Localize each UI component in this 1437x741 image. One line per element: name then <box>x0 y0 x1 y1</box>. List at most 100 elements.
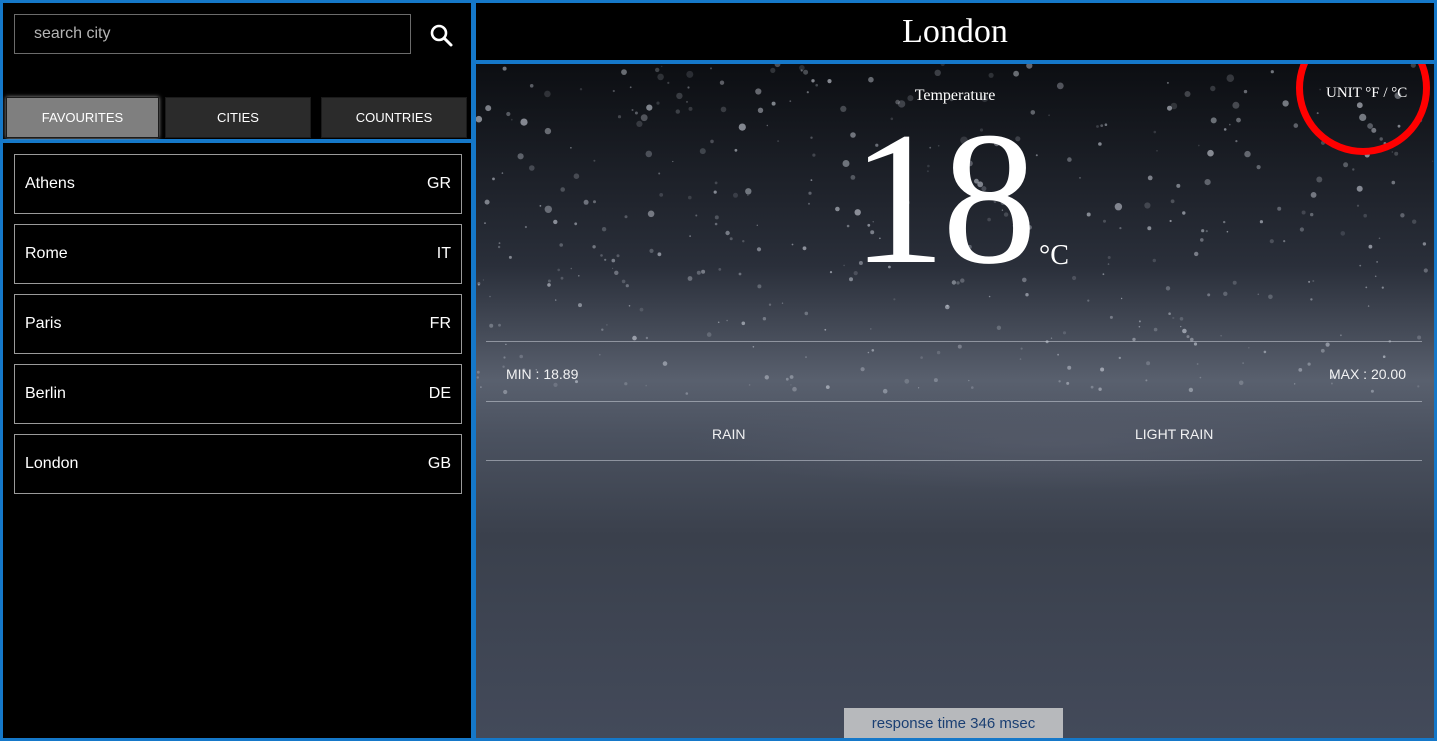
country-code: GB <box>427 455 451 472</box>
rain-droplet <box>1294 383 1296 385</box>
rain-droplet <box>810 136 813 139</box>
rain-droplet <box>484 222 486 225</box>
rain-droplet <box>714 181 718 185</box>
rain-droplet <box>570 147 572 149</box>
rain-droplet <box>1204 179 1211 186</box>
rain-droplet <box>1412 219 1417 224</box>
weather-panel: Temperature UNIT °F / °C 18 °C MIN : 18.… <box>473 61 1437 741</box>
country-code: GR <box>427 175 451 192</box>
rain-droplet <box>645 384 647 387</box>
rain-droplet <box>1120 297 1123 300</box>
rain-droplet <box>1188 387 1194 393</box>
rain-droplet <box>812 153 816 157</box>
rain-droplet <box>726 319 728 322</box>
rain-droplet <box>710 139 714 144</box>
rain-droplet <box>1086 212 1091 217</box>
rain-droplet <box>1165 286 1171 291</box>
rain-droplet <box>871 349 875 352</box>
rain-droplet <box>1058 380 1061 383</box>
rain-droplet <box>639 307 644 312</box>
rain-droplet <box>505 343 507 346</box>
rain-droplet <box>1226 74 1235 82</box>
rain-droplet <box>624 382 628 386</box>
rain-droplet <box>559 243 563 247</box>
rain-droplet <box>1114 203 1123 211</box>
rain-droplet <box>706 332 712 337</box>
rain-droplet <box>553 219 558 225</box>
rain-droplet <box>1417 385 1420 388</box>
rain-droplet <box>592 245 596 249</box>
rain-droplet <box>1307 362 1311 366</box>
rain-droplet <box>544 127 552 135</box>
rain-droplet <box>555 299 557 301</box>
rain-droplet <box>612 267 614 269</box>
city-name: Paris <box>25 315 62 332</box>
weather-description: LIGHT RAIN <box>1135 426 1214 442</box>
tab-countries[interactable]: COUNTRIES <box>321 97 467 138</box>
search-input[interactable] <box>14 14 411 54</box>
rain-droplet <box>655 67 660 73</box>
rain-droplet <box>1316 176 1323 183</box>
city-name: Athens <box>25 175 75 192</box>
rain-droplet <box>1102 273 1105 276</box>
rain-droplet <box>1103 219 1106 223</box>
rain-droplet <box>1376 261 1378 263</box>
rain-droplet <box>517 153 524 160</box>
rain-droplet <box>1340 334 1342 337</box>
rain-droplet <box>547 279 551 283</box>
temperature-value: 18 <box>851 94 1037 304</box>
rain-droplet <box>1293 123 1299 128</box>
rain-droplet <box>519 354 523 359</box>
list-item[interactable]: Rome IT <box>14 224 462 284</box>
rain-droplet <box>1226 230 1229 233</box>
list-item[interactable]: Athens GR <box>14 154 462 214</box>
rain-droplet <box>1193 342 1198 346</box>
rain-droplet <box>1146 361 1151 366</box>
rain-droplet <box>662 361 668 366</box>
list-item[interactable]: Berlin DE <box>14 364 462 424</box>
rain-droplet <box>489 323 494 328</box>
divider <box>486 460 1422 461</box>
rain-droplet <box>599 353 601 356</box>
rain-droplet <box>601 328 604 331</box>
tab-cities[interactable]: CITIES <box>165 97 311 138</box>
rain-droplet <box>480 386 482 388</box>
rain-droplet <box>1194 251 1199 257</box>
rain-droplet <box>1067 365 1072 370</box>
rain-droplet <box>658 172 661 175</box>
rain-droplet <box>1196 363 1199 365</box>
rain-droplet <box>920 356 923 359</box>
tab-favourites[interactable]: FAVOURITES <box>6 97 159 138</box>
rain-droplet <box>1098 387 1102 391</box>
rain-droplet <box>1172 316 1175 320</box>
rain-droplet <box>757 107 764 113</box>
rain-droplet <box>766 124 768 127</box>
rain-droplet <box>1320 348 1325 353</box>
rain-droplet <box>632 335 637 341</box>
rain-droplet <box>904 378 910 384</box>
rain-droplet <box>792 386 797 392</box>
rain-droplet <box>720 106 727 113</box>
list-item[interactable]: Paris FR <box>14 294 462 354</box>
rain-droplet <box>1263 350 1267 354</box>
rain-droplet <box>1156 150 1158 152</box>
search-button[interactable] <box>427 21 457 51</box>
rain-droplet <box>745 188 752 195</box>
rain-droplet <box>1026 64 1033 69</box>
rain-droplet <box>1210 117 1217 124</box>
rain-droplet <box>1423 268 1428 273</box>
rain-droplet <box>1257 293 1260 296</box>
rain-droplet <box>1200 238 1204 242</box>
list-item[interactable]: London GB <box>14 434 462 494</box>
rain-droplet <box>687 276 693 281</box>
rain-droplet <box>544 205 552 213</box>
rain-droplet <box>1013 70 1019 77</box>
city-name: London <box>25 455 79 472</box>
rain-droplet <box>501 172 504 174</box>
rain-droplet <box>1417 335 1422 340</box>
rain-droplet <box>688 106 693 111</box>
rain-droplet <box>1182 328 1187 334</box>
rain-droplet <box>593 159 596 162</box>
rain-droplet <box>1310 192 1317 198</box>
rain-droplet <box>634 111 638 115</box>
